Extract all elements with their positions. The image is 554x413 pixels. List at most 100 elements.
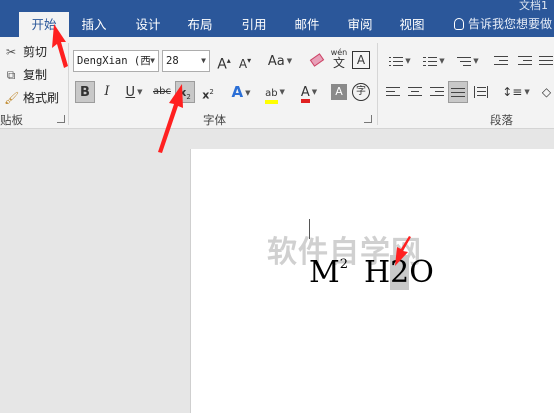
format-painter-label: 格式刷 xyxy=(23,91,60,105)
align-left-icon xyxy=(386,86,400,98)
highlight-button[interactable]: ab ▼ xyxy=(260,81,290,104)
underline-button[interactable]: U ▼ xyxy=(120,81,148,103)
line-spacing-button[interactable]: ↕≡ ▼ xyxy=(500,81,532,103)
highlighter-icon: ab xyxy=(265,88,278,104)
character-border-button[interactable]: A xyxy=(352,51,370,69)
text-effects-icon: A xyxy=(231,83,244,101)
subscript-button[interactable]: x2 xyxy=(175,81,195,103)
strikethrough-button[interactable]: abc xyxy=(151,81,173,103)
change-case-button[interactable]: Aa ▼ xyxy=(264,50,296,72)
align-center-button[interactable] xyxy=(405,81,425,103)
tab-references[interactable]: 引用 xyxy=(232,12,276,37)
ribbon-tab-bar: 文档1 开始 插入 设计 布局 引用 邮件 审阅 视图 告诉我您想要做 xyxy=(0,0,554,37)
multilevel-list-button[interactable]: ▼ xyxy=(451,50,485,72)
font-color-icon: A xyxy=(300,85,310,103)
align-right-icon xyxy=(430,86,444,98)
font-group-label: 字体 xyxy=(203,113,226,127)
justify-button[interactable] xyxy=(448,81,468,103)
tab-home[interactable]: 开始 xyxy=(19,12,69,37)
document-text-line[interactable]: M2 H2O xyxy=(309,255,434,290)
character-border-icon: A xyxy=(356,53,366,67)
bold-icon: B xyxy=(80,85,90,100)
line-spacing-icon: ↕≡ xyxy=(502,85,523,99)
clipboard-launcher-icon[interactable] xyxy=(57,115,65,123)
text-effects-button[interactable]: A ▼ xyxy=(227,81,255,103)
font-color-button[interactable]: A ▼ xyxy=(295,81,323,103)
eraser-icon xyxy=(309,53,325,67)
strikethrough-icon: abc xyxy=(153,86,171,97)
phonetic-guide-button[interactable]: wén 文 xyxy=(329,48,349,70)
font-name-combo[interactable]: DengXian (西 ▼ xyxy=(73,50,159,72)
change-case-icon: Aa xyxy=(267,54,285,69)
ribbon: ✂ 剪切 ⧉ 复制 🖌 格式刷 贴板 DengXian (西 ▼ 28 ▼ A▴ A▾… xyxy=(0,37,554,129)
font-size-combo[interactable]: 28 ▼ xyxy=(162,50,210,72)
numbering-button[interactable]: ▼ xyxy=(417,50,451,72)
chinese-layout-button[interactable] xyxy=(538,50,554,72)
enclose-characters-button[interactable]: 字 xyxy=(352,83,370,101)
phonetic-main: 文 xyxy=(332,56,345,70)
clear-formatting-button[interactable] xyxy=(307,50,327,72)
tab-insert[interactable]: 插入 xyxy=(72,12,116,37)
text-o: O xyxy=(409,255,434,290)
decrease-indent-button[interactable] xyxy=(491,50,511,72)
group-separator xyxy=(68,43,69,125)
paintbrush-icon: 🖌 xyxy=(4,91,20,105)
grow-font-button[interactable]: A▴ xyxy=(215,50,233,73)
align-left-button[interactable] xyxy=(383,81,403,103)
superscript-2: 2 xyxy=(339,257,348,272)
align-right-button[interactable] xyxy=(427,81,447,103)
superscript-digit: 2 xyxy=(209,88,214,96)
highlight-text: ab xyxy=(265,88,278,99)
tab-layout[interactable]: 布局 xyxy=(178,12,222,37)
cut-label: 剪切 xyxy=(23,45,48,59)
chevron-down-icon: ▼ xyxy=(150,56,155,65)
copy-button[interactable]: ⧉ 复制 xyxy=(4,66,47,84)
numbering-icon xyxy=(423,56,438,68)
distributed-icon xyxy=(474,85,488,98)
chinese-layout-icon xyxy=(539,55,553,67)
tab-mailings[interactable]: 邮件 xyxy=(285,12,329,37)
shrink-font-icon: A xyxy=(238,57,248,71)
text-m: M xyxy=(309,255,340,290)
cut-button[interactable]: ✂ 剪切 xyxy=(4,43,47,61)
character-shading-button[interactable]: A xyxy=(331,84,347,100)
document-page[interactable]: 软件自学网 M2 H2O xyxy=(190,149,554,413)
subscript-digit: 2 xyxy=(186,93,191,102)
format-painter-button[interactable]: 🖌 格式刷 xyxy=(4,89,59,107)
scissors-icon: ✂ xyxy=(5,45,17,59)
superscript-button[interactable]: x2 xyxy=(198,81,218,103)
enclose-characters-icon: 字 xyxy=(356,86,366,97)
bullets-icon xyxy=(389,56,404,68)
tell-me-box[interactable]: 告诉我您想要做 xyxy=(454,12,552,37)
justify-icon xyxy=(451,87,465,99)
bold-button[interactable]: B xyxy=(75,81,95,103)
lightbulb-icon xyxy=(454,18,464,30)
shading-button[interactable]: ◇ xyxy=(539,81,554,103)
align-center-icon xyxy=(408,86,422,98)
tab-review[interactable]: 审阅 xyxy=(338,12,382,37)
increase-indent-icon xyxy=(518,55,532,67)
italic-icon: I xyxy=(104,84,110,99)
window-title: 文档1 xyxy=(519,0,548,12)
shrink-font-button[interactable]: A▾ xyxy=(236,50,254,72)
character-shading-icon: A xyxy=(335,85,343,98)
font-color-text: A xyxy=(300,85,310,100)
chevron-down-icon: ▼ xyxy=(201,56,206,65)
increase-indent-button[interactable] xyxy=(515,50,535,72)
tell-me-text: 告诉我您想要做 xyxy=(468,17,553,31)
document-area: 软件自学网 M2 H2O xyxy=(0,130,554,413)
multilevel-list-icon xyxy=(457,56,472,68)
font-launcher-icon[interactable] xyxy=(364,115,372,123)
font-name-value: DengXian (西 xyxy=(77,55,151,67)
bullets-button[interactable]: ▼ xyxy=(383,50,417,72)
grow-font-icon: A xyxy=(217,56,227,73)
text-h: H xyxy=(364,255,391,290)
italic-button[interactable]: I xyxy=(98,81,116,103)
paint-bucket-icon: ◇ xyxy=(541,85,552,99)
distributed-button[interactable] xyxy=(471,81,491,103)
tab-design[interactable]: 设计 xyxy=(126,12,170,37)
decrease-indent-icon xyxy=(494,55,508,67)
tab-view[interactable]: 视图 xyxy=(390,12,434,37)
paragraph-group-label: 段落 xyxy=(490,113,513,127)
group-separator xyxy=(377,43,378,125)
